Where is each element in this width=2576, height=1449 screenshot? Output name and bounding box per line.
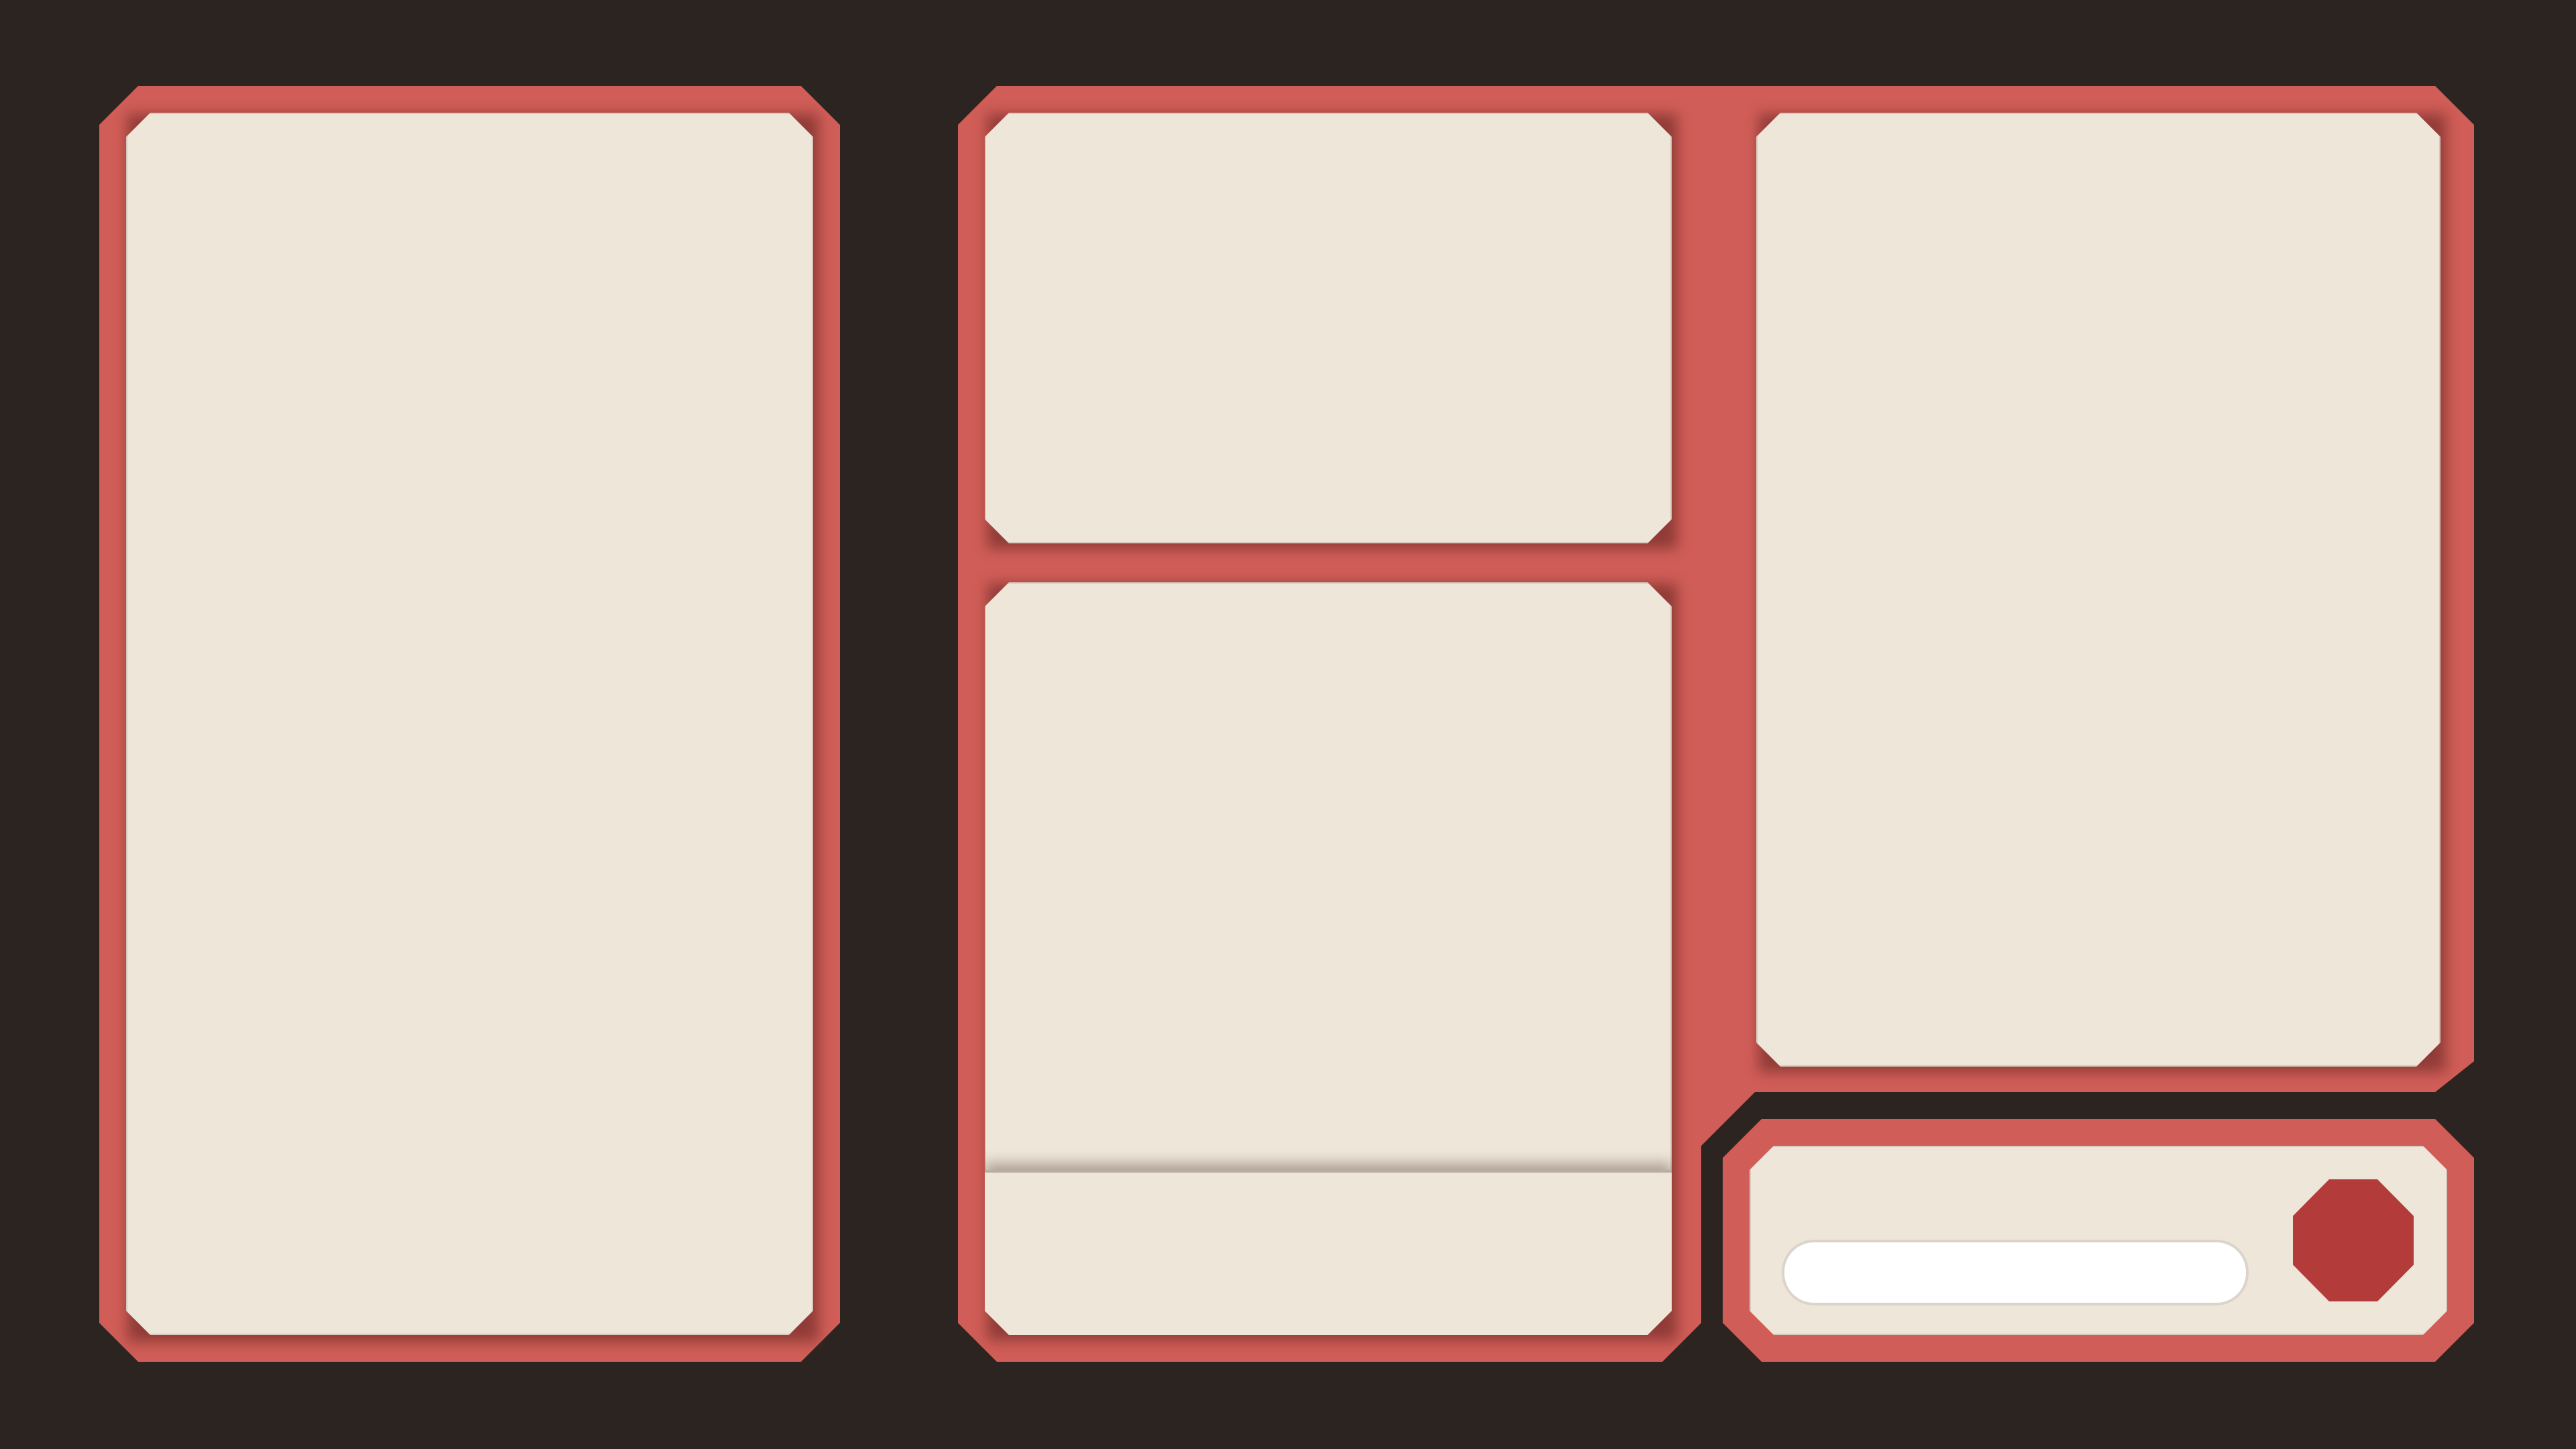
middle-top-panel	[985, 113, 1672, 543]
game-ui-screen	[0, 0, 2576, 1449]
octagon-action-button[interactable]	[2293, 1179, 2414, 1301]
text-input-field[interactable]	[1782, 1240, 2249, 1305]
middle-bottom-panel	[985, 582, 1672, 1335]
left-panel	[126, 113, 813, 1335]
middle-bottom-panel-footer	[985, 1170, 1672, 1335]
right-top-panel	[1756, 113, 2440, 1067]
